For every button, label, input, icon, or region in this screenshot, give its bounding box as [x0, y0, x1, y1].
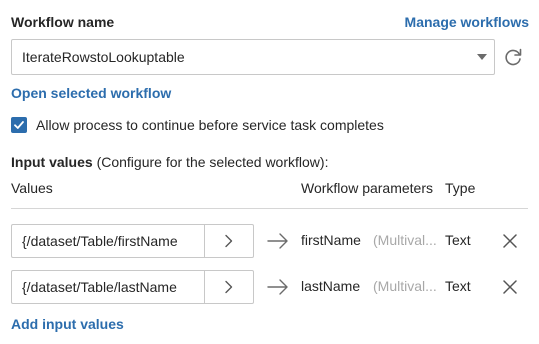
- input-values-title-bold: Input values: [11, 154, 93, 170]
- allow-process-row: Allow process to continue before service…: [11, 117, 384, 133]
- chevron-right-icon: [225, 234, 233, 248]
- arrow-right-icon: [267, 279, 288, 295]
- column-header-type: Type: [445, 180, 476, 196]
- parameter-type: Text: [445, 232, 471, 248]
- parameter-name: firstName: [301, 232, 361, 248]
- input-value-row: {/dataset/Table/firstName firstName (Mul…: [11, 224, 528, 258]
- column-header-workflow-parameters: Workflow parameters: [301, 180, 434, 196]
- input-values-title: Input values (Configure for the selected…: [11, 154, 328, 170]
- parameter-multivalue-hint: (Multival...: [373, 232, 437, 248]
- workflow-select-value: IterateRowstoLookuptable: [22, 49, 185, 65]
- parameter-type: Text: [445, 278, 471, 294]
- column-header-values: Values: [11, 180, 53, 196]
- workflow-select[interactable]: IterateRowstoLookuptable: [11, 39, 495, 75]
- refresh-icon[interactable]: [502, 46, 524, 68]
- checkmark-icon: [14, 121, 24, 129]
- open-selected-workflow-link[interactable]: Open selected workflow: [11, 85, 171, 101]
- add-input-values-link[interactable]: Add input values: [11, 316, 124, 332]
- allow-process-label: Allow process to continue before service…: [36, 117, 384, 133]
- parameter-name: lastName: [301, 278, 361, 294]
- chevron-down-icon: [477, 54, 487, 60]
- close-icon[interactable]: [501, 278, 519, 296]
- manage-workflows-link[interactable]: Manage workflows: [405, 14, 529, 30]
- value-picker-button[interactable]: [204, 270, 254, 304]
- chevron-right-icon: [225, 280, 233, 294]
- workflow-name-label: Workflow name: [11, 14, 115, 30]
- value-input[interactable]: {/dataset/Table/lastName: [11, 270, 204, 304]
- parameter-multivalue-hint: (Multival...: [373, 278, 437, 294]
- close-icon[interactable]: [501, 232, 519, 250]
- value-input[interactable]: {/dataset/Table/firstName: [11, 224, 204, 258]
- input-value-row: {/dataset/Table/lastName lastName (Multi…: [11, 270, 528, 304]
- input-values-title-rest: (Configure for the selected workflow):: [92, 154, 329, 170]
- value-picker-button[interactable]: [204, 224, 254, 258]
- allow-process-checkbox[interactable]: [11, 117, 27, 133]
- header-divider: [11, 208, 528, 209]
- arrow-right-icon: [267, 233, 288, 249]
